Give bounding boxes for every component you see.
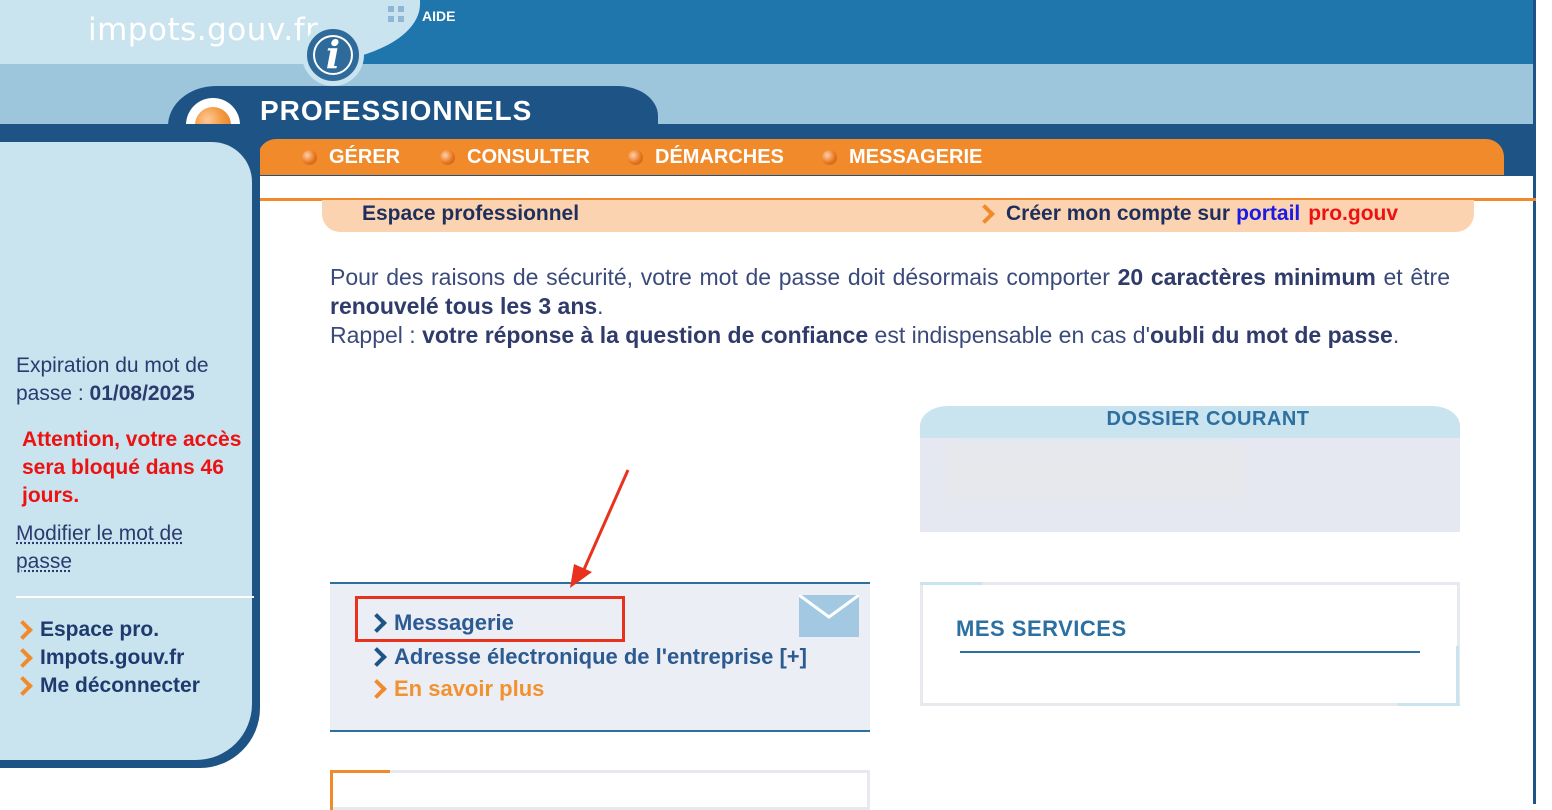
chevron-right-icon <box>367 679 387 699</box>
nav-item-label: CONSULTER <box>467 145 590 168</box>
panel-corner-accent <box>1398 703 1460 706</box>
nav-item-consulter[interactable]: CONSULTER <box>440 146 590 168</box>
aide-dots-icon <box>388 6 408 26</box>
nav-item-messagerie[interactable]: MESSAGERIE <box>822 146 982 168</box>
nav-item-gerer[interactable]: GÉRER <box>302 146 400 168</box>
nav-item-demarches[interactable]: DÉMARCHES <box>628 146 784 168</box>
create-account-progouv: pro.gouv <box>1308 202 1399 225</box>
dossier-redacted-content <box>948 448 1244 496</box>
info-icon[interactable]: i <box>302 24 364 86</box>
mes-services-title: MES SERVICES <box>956 616 1127 641</box>
security-text-bold: oubli du mot de passe <box>1150 322 1393 348</box>
espace-title: Espace professionnel <box>362 202 580 225</box>
nav-bullet-icon <box>628 149 643 165</box>
chevron-right-icon <box>13 648 33 668</box>
security-text: est indispensable en cas d' <box>868 322 1150 348</box>
envelope-icon <box>799 595 859 637</box>
create-account-portail: portail <box>1236 202 1301 225</box>
company-email-link-label: Adresse électronique de l'entreprise [+] <box>394 644 807 669</box>
messagerie-highlight-box <box>355 596 625 642</box>
chevron-right-icon <box>367 647 387 667</box>
chevron-right-icon <box>975 204 995 224</box>
create-account-prefix: Créer mon compte sur <box>1006 202 1231 225</box>
mes-services-panel <box>920 582 1460 706</box>
info-icon-ring <box>313 35 353 75</box>
help-link[interactable]: AIDE <box>422 8 455 24</box>
password-expiry-date: 01/08/2025 <box>89 382 195 405</box>
section-title: PROFESSIONNELS <box>260 95 533 126</box>
chevron-right-icon <box>13 676 33 696</box>
security-text: . <box>597 293 604 319</box>
nav-item-label: DÉMARCHES <box>655 145 784 168</box>
security-text: . <box>1392 322 1400 348</box>
nav-bullet-icon <box>302 149 317 165</box>
security-text: Pour des raisons de sécurité, votre mot … <box>330 264 1118 290</box>
modify-password-link[interactable]: Modifier le mot de passe <box>16 520 236 576</box>
learn-more-link-label: En savoir plus <box>394 676 545 701</box>
panel-corner-accent <box>920 582 982 585</box>
sidebar-link-espace-pro[interactable]: Espace pro. <box>13 618 160 642</box>
panel-corner-accent <box>330 770 333 810</box>
panel-corner-accent <box>330 770 390 773</box>
sidebar-link-logout[interactable]: Me déconnecter <box>13 674 200 698</box>
mes-services-rule <box>960 651 1420 653</box>
dossier-courant-title: DOSSIER COURANT <box>1106 408 1310 430</box>
create-account-link[interactable]: Créer mon compte sur portail pro.gouv <box>975 202 1399 226</box>
security-text-bold: votre réponse à la question de confiance <box>422 322 869 348</box>
security-text: Rappel : <box>330 322 423 348</box>
bottom-panel <box>330 770 870 810</box>
sidebar-link-label: Espace pro. <box>40 618 160 641</box>
sidebar-link-impots[interactable]: Impots.gouv.fr <box>13 646 185 670</box>
sidebar-link-label: Me déconnecter <box>40 674 200 697</box>
main-nav: GÉRER CONSULTER DÉMARCHES MESSAGERIE <box>258 139 1504 175</box>
nav-bullet-icon <box>440 149 455 165</box>
panel-corner-accent <box>1456 646 1459 706</box>
nav-bullet-icon <box>822 149 837 165</box>
chevron-right-icon <box>13 620 33 640</box>
learn-more-link[interactable]: En savoir plus <box>367 676 545 702</box>
company-email-link[interactable]: Adresse électronique de l'entreprise [+] <box>367 644 807 670</box>
password-expiry: Expiration du mot de passe : 01/08/2025 <box>16 352 246 408</box>
site-logo[interactable]: impots.gouv.fr <box>88 12 318 48</box>
access-warning: Attention, votre accès sera bloqué dans … <box>22 428 242 507</box>
sidebar-divider <box>16 596 254 598</box>
security-text-bold: renouvelé tous les 3 ans <box>330 293 598 319</box>
security-notice: Pour des raisons de sécurité, votre mot … <box>330 263 1450 350</box>
nav-item-label: GÉRER <box>329 145 401 168</box>
sidebar-link-label: Impots.gouv.fr <box>40 646 185 669</box>
nav-item-label: MESSAGERIE <box>849 145 983 168</box>
page-right-border <box>1533 0 1536 804</box>
annotation-arrow <box>570 469 630 588</box>
security-text: et être <box>1375 264 1451 290</box>
security-text-bold: 20 caractères minimum <box>1117 264 1376 290</box>
